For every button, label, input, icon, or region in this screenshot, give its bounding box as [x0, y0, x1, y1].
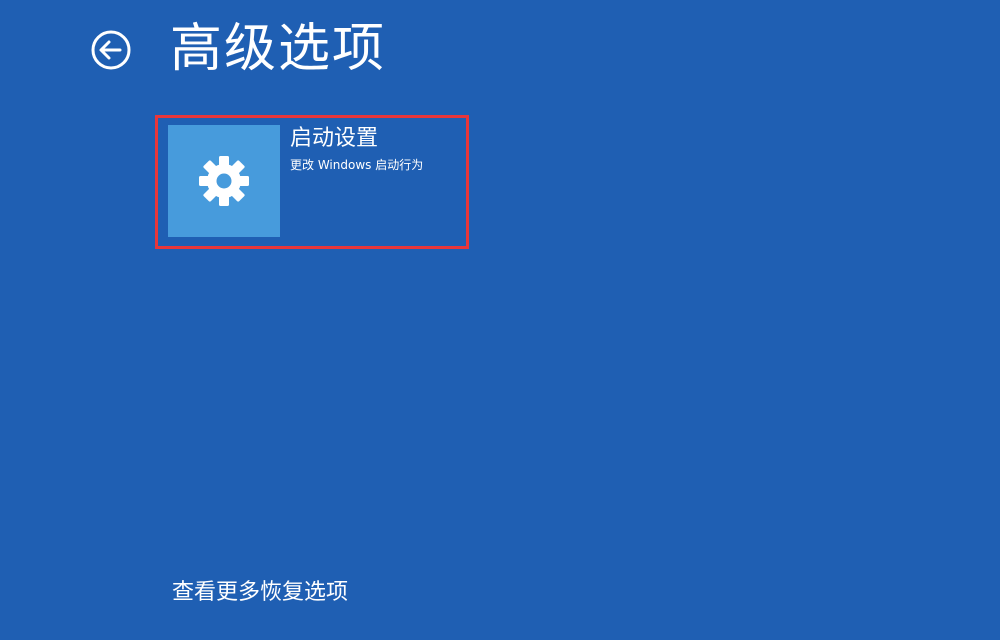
- back-button[interactable]: [90, 29, 132, 71]
- option-description: 更改 Windows 启动行为: [290, 158, 424, 172]
- back-arrow-circle-icon: [91, 30, 131, 70]
- more-recovery-options-link[interactable]: 查看更多恢复选项: [172, 578, 348, 608]
- option-icon-box: [168, 125, 280, 237]
- page-title: 高级选项: [170, 19, 387, 79]
- startup-settings-option[interactable]: 启动设置 更改 Windows 启动行为: [168, 125, 456, 237]
- gear-icon: [199, 156, 249, 206]
- option-title: 启动设置: [290, 126, 379, 151]
